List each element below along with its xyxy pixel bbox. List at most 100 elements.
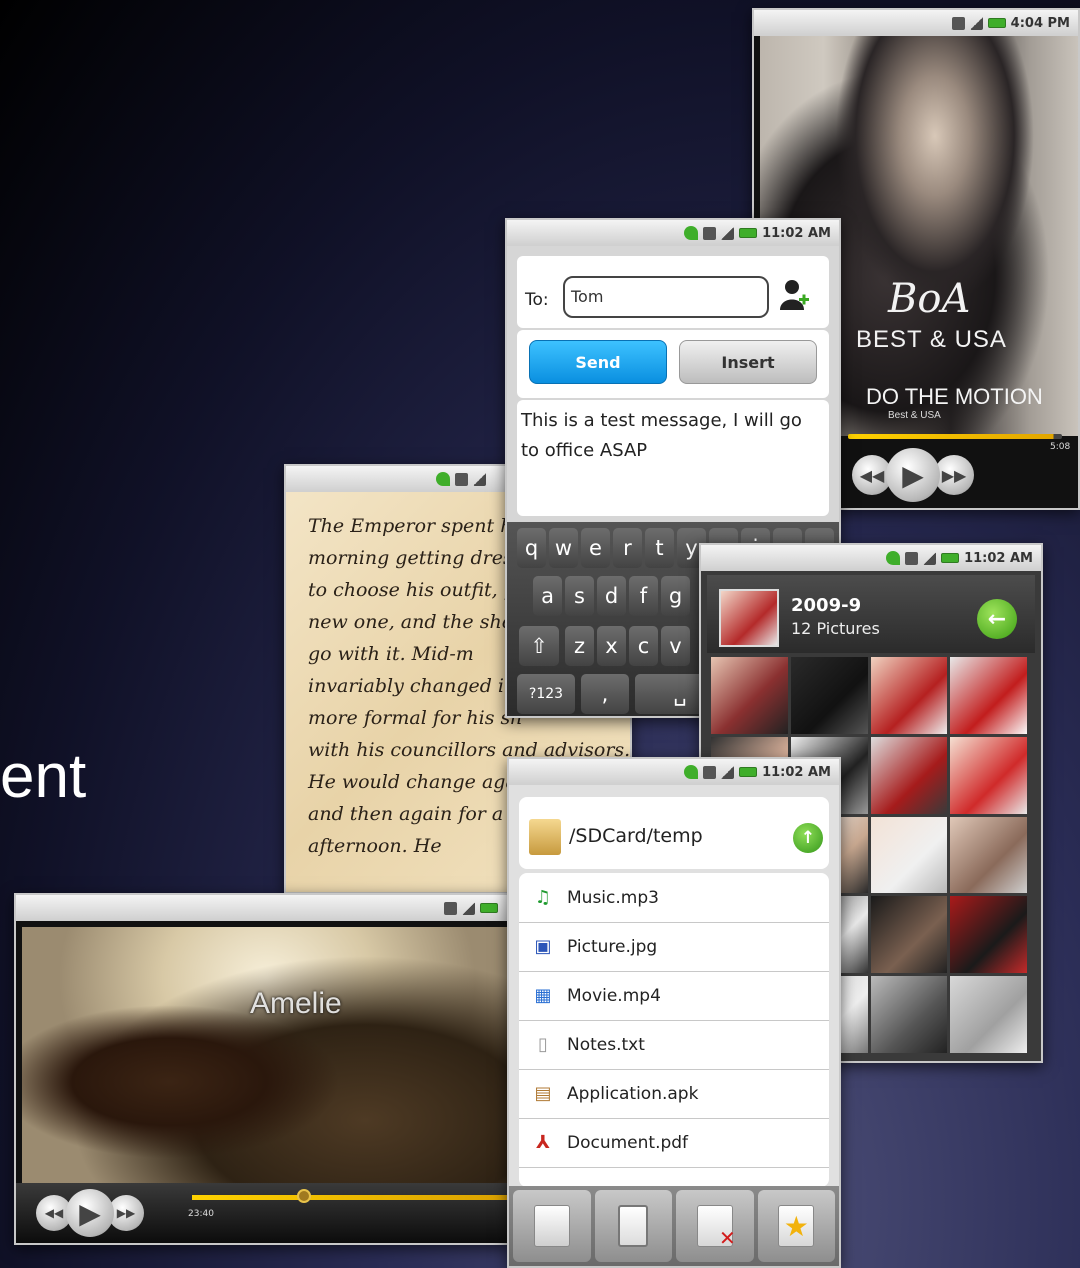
shift-key[interactable]: ⇧ [519,626,559,666]
key-r[interactable]: r [613,528,642,568]
photo-thumbnail[interactable] [711,657,788,734]
key-e[interactable]: e [581,528,610,568]
file-row[interactable]: ▦ Movie.mp4 [519,971,829,1021]
comma-key[interactable]: , [581,674,629,714]
key-q[interactable]: q [517,528,546,568]
symbols-key[interactable]: ?123 [517,674,575,714]
key-d[interactable]: d [597,576,626,616]
signal-icon [721,765,735,779]
status-bar [16,895,512,921]
play-button[interactable]: ▶ [66,1189,114,1237]
music-controls: ◀◀ ▶ ▶▶ [852,448,974,502]
key-a[interactable]: a [533,576,562,616]
status-time: 4:04 PM [1010,15,1070,31]
play-button[interactable]: ▶ [886,448,940,502]
key-f[interactable]: f [629,576,658,616]
back-arrow-icon: ← [987,606,1007,632]
back-button[interactable]: ← [977,599,1017,639]
fast-forward-icon: ▶▶ [116,1206,136,1220]
insert-button[interactable]: Insert [679,340,817,384]
album-subtitle: BEST & USA [856,326,1007,353]
photo-thumbnail[interactable] [790,657,868,734]
up-directory-button[interactable]: ↑ [793,823,823,853]
video-controls: ◀◀ ▶ ▶▶ 23:40 [16,1183,512,1243]
video-seek-handle[interactable] [297,1189,311,1203]
battery-icon [941,553,960,563]
photo-thumbnail[interactable] [950,816,1027,894]
video-frame[interactable]: Amelie [22,927,512,1185]
shift-icon: ⇧ [530,634,548,658]
music-note-icon: ♫ [534,887,552,908]
slide-partial-text: ent [0,742,87,811]
album-thumbnail [719,589,779,647]
battery-icon [480,903,498,913]
file-row[interactable]: ▤ Application.apk [519,1069,829,1119]
favorite-button[interactable]: ★ [757,1190,835,1262]
file-row[interactable]: ♫ Music.mp3 [519,873,829,923]
wifi-icon [886,551,901,565]
key-x[interactable]: x [597,626,626,666]
recipient-input[interactable]: Tom [563,276,769,318]
song-album: Best & USA [888,410,941,421]
status-bar: 4:04 PM [754,10,1078,36]
key-c[interactable]: c [629,626,658,666]
photo-thumbnail[interactable] [950,657,1027,734]
song-title: DO THE MOTION [866,384,1043,409]
message-body-card[interactable]: This is a test message, I will go to off… [517,400,829,516]
battery-icon [739,228,758,238]
rewind-icon: ◀◀ [859,465,885,485]
signal-icon [462,901,475,915]
sim-icon [905,551,919,565]
photo-thumbnail[interactable] [870,976,948,1053]
photo-thumbnail[interactable] [950,976,1027,1053]
send-button[interactable]: Send [529,340,667,384]
status-bar: 11:02 AM [509,759,839,785]
current-path: /SDCard/temp [569,825,703,847]
video-progress-bar[interactable] [192,1195,512,1200]
delete-icon: ✕ [696,1205,736,1250]
package-icon: ▤ [534,1083,552,1104]
text-file-icon: ▯ [538,1034,548,1055]
delete-button[interactable]: ✕ [676,1190,754,1262]
sim-icon [455,472,468,486]
file-name: Application.apk [567,1083,699,1104]
key-t[interactable]: t [645,528,674,568]
key-g[interactable]: g [661,576,690,616]
up-arrow-icon: ↑ [800,828,816,848]
paste-button[interactable] [594,1190,672,1262]
copy-button[interactable] [513,1190,591,1262]
file-name: Music.mp3 [567,887,659,908]
path-bar: /SDCard/temp ↑ [519,797,829,869]
signal-icon [473,472,486,486]
key-s[interactable]: s [565,576,594,616]
key-z[interactable]: z [565,626,594,666]
music-elapsed-time: 5:08 [1050,442,1071,452]
photo-thumbnail[interactable] [870,657,948,734]
battery-icon [987,18,1006,28]
copy-icon [533,1205,570,1247]
file-name: Notes.txt [567,1034,645,1055]
photo-thumbnail[interactable] [870,816,948,894]
status-time: 11:02 AM [964,550,1033,566]
photo-thumbnail[interactable] [870,896,948,974]
album-artist-logo: BoA [888,276,971,322]
file-row[interactable]: ▯ Notes.txt [519,1020,829,1070]
recipient-card: To: Tom [517,256,829,328]
signal-icon [969,16,983,30]
sim-icon [951,16,965,30]
photo-thumbnail[interactable] [950,896,1027,974]
status-bar: 11:02 AM [701,545,1041,571]
music-progress-bar[interactable] [848,434,1062,439]
fast-forward-button[interactable]: ▶▶ [934,455,974,495]
message-body[interactable]: This is a test message, I will go to off… [517,400,829,472]
file-row[interactable]: ▣ Picture.jpg [519,922,829,972]
add-contact-icon[interactable] [779,278,809,310]
file-row[interactable]: ⅄ Document.pdf [519,1118,829,1168]
key-v[interactable]: v [661,626,690,666]
key-w[interactable]: w [549,528,578,568]
photo-thumbnail[interactable] [950,736,1027,814]
video-elapsed-time: 23:40 [188,1209,214,1219]
file-list: ♫ Music.mp3 ▣ Picture.jpg ▦ Movie.mp4 ▯ Notes.t… [519,873,829,1187]
photo-thumbnail[interactable] [870,736,948,814]
sim-icon [703,226,717,240]
